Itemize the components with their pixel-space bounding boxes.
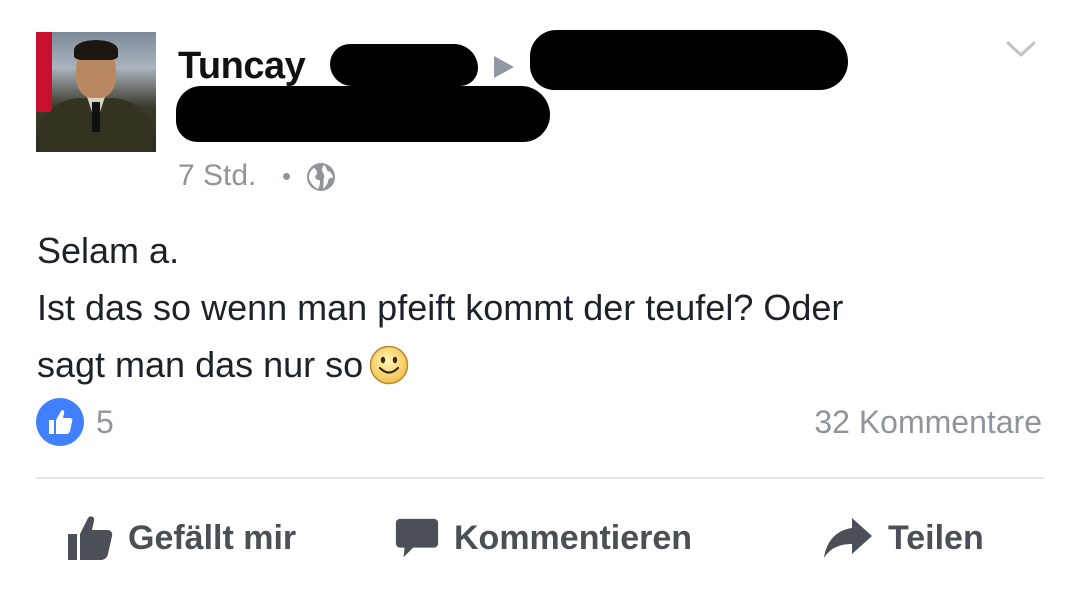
comment-bubble-icon <box>395 518 439 558</box>
globe-icon <box>307 163 335 191</box>
post-text-line: sagt man das nur so <box>37 344 364 385</box>
author-name[interactable]: Tuncay <box>178 42 306 90</box>
post-text-line-with-emoji: sagt man das nur so <box>37 336 1047 393</box>
smiley-icon <box>369 345 409 385</box>
thumbs-up-icon <box>68 516 113 560</box>
share-button-label: Teilen <box>888 519 984 557</box>
post-timestamp[interactable]: 7 Std. <box>178 156 256 196</box>
post-body: Selam a. Ist das so wenn man pfeift komm… <box>37 222 1047 393</box>
post-text-line: Selam a. <box>37 230 180 271</box>
divider <box>36 477 1044 479</box>
arrow-right-icon <box>494 56 514 78</box>
post-text-line: Ist das so wenn man pfeift kommt der teu… <box>37 287 844 328</box>
comment-count-link[interactable]: 32 Kommentare <box>814 402 1042 442</box>
like-reaction-badge[interactable] <box>36 398 84 446</box>
like-button[interactable]: Gefällt mir <box>66 510 296 566</box>
thumbs-up-icon <box>49 409 73 434</box>
redacted-surname <box>330 44 478 86</box>
like-count[interactable]: 5 <box>96 402 114 442</box>
like-button-label: Gefällt mir <box>128 519 297 557</box>
comment-button[interactable]: Kommentieren <box>394 510 692 566</box>
share-arrow-icon <box>824 518 872 558</box>
share-button[interactable]: Teilen <box>822 510 984 566</box>
author-avatar[interactable] <box>36 32 156 152</box>
redacted-target-name <box>530 30 848 90</box>
redacted-subtitle <box>176 86 550 142</box>
chevron-down-icon[interactable] <box>1004 36 1038 62</box>
meta-separator: • <box>282 161 292 191</box>
comment-button-label: Kommentieren <box>454 519 693 557</box>
